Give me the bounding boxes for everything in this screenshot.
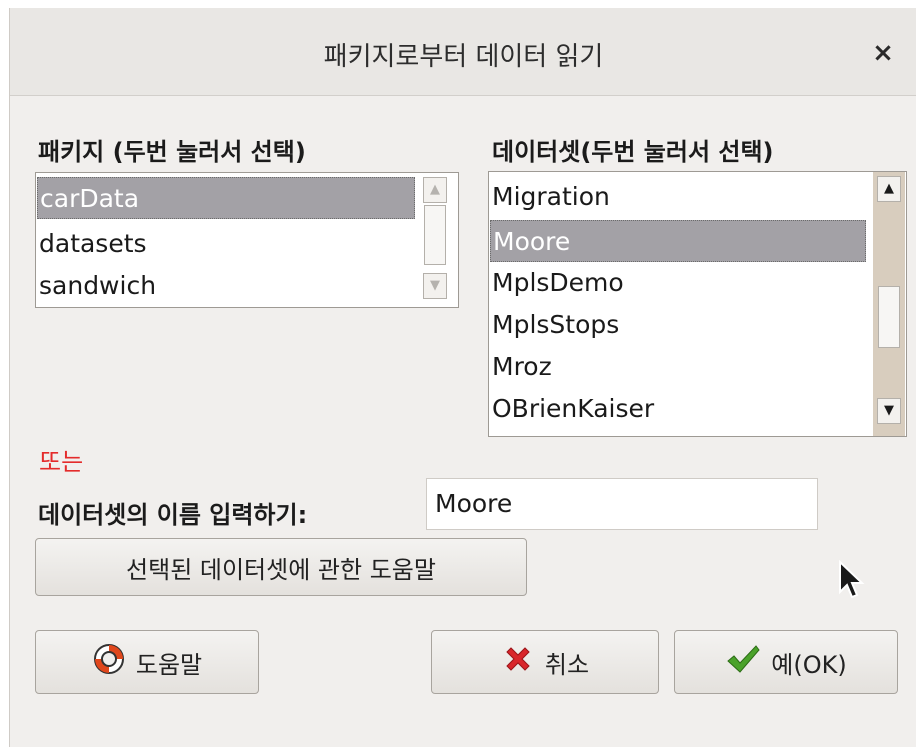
packages-label: 패키지 (두번 눌러서 선택) — [38, 138, 306, 166]
package-item-cardata[interactable]: carData — [37, 177, 415, 219]
dialog-window: 패키지로부터 데이터 읽기 × 패키지 (두번 눌러서 선택) carData … — [9, 8, 916, 747]
scroll-up-arrow-icon[interactable]: ▲ — [877, 176, 901, 202]
or-label: 또는 — [39, 448, 84, 476]
scroll-up-arrow-icon[interactable]: ▲ — [423, 177, 447, 203]
help-button-label: 도움말 — [135, 650, 203, 679]
datasets-listbox[interactable]: Migration Moore MplsDemo MplsStops Mroz … — [488, 171, 907, 437]
package-item-datasets[interactable]: datasets — [37, 223, 415, 265]
dataset-name-input[interactable]: Moore — [426, 478, 818, 530]
dataset-help-button-label: 선택된 데이터셋에 관한 도움말 — [126, 555, 436, 584]
dataset-item-obrienkaiser[interactable]: OBrienKaiser — [490, 388, 866, 430]
dataset-name-label: 데이터셋의 이름 입력하기: — [38, 501, 308, 529]
datasets-scrollbar[interactable]: ▲ ▼ — [873, 172, 905, 436]
datasets-label: 데이터셋(두번 눌러서 선택) — [492, 138, 774, 166]
green-check-icon — [725, 642, 761, 682]
window-title: 패키지로부터 데이터 읽기 — [323, 42, 604, 72]
packages-listbox[interactable]: carData datasets sandwich ▲ ▼ — [35, 172, 459, 308]
package-item-sandwich[interactable]: sandwich — [37, 265, 415, 307]
dataset-item-migration[interactable]: Migration — [490, 176, 866, 218]
red-x-icon — [501, 642, 535, 682]
scroll-down-arrow-icon[interactable]: ▼ — [423, 273, 447, 299]
dataset-item-mroz[interactable]: Mroz — [490, 346, 866, 388]
title-bar[interactable]: 패키지로부터 데이터 읽기 × — [10, 8, 916, 96]
packages-scroll-thumb[interactable] — [424, 205, 446, 265]
mouse-pointer-icon — [838, 559, 868, 606]
help-button[interactable]: 도움말 — [35, 630, 259, 694]
ok-button-label: 예(OK) — [771, 650, 847, 679]
datasets-scroll-thumb[interactable] — [878, 286, 900, 348]
close-button[interactable]: × — [868, 38, 898, 68]
dataset-help-button[interactable]: 선택된 데이터셋에 관한 도움말 — [35, 538, 527, 596]
ok-button[interactable]: 예(OK) — [674, 630, 898, 694]
packages-scrollbar[interactable]: ▲ ▼ — [419, 173, 451, 307]
lifebuoy-icon — [92, 642, 126, 682]
dataset-item-moore[interactable]: Moore — [490, 220, 866, 262]
dataset-item-mplsdemo[interactable]: MplsDemo — [490, 262, 866, 304]
cancel-button[interactable]: 취소 — [431, 630, 659, 694]
cancel-button-label: 취소 — [544, 650, 590, 679]
dataset-item-mplsstops[interactable]: MplsStops — [490, 304, 866, 346]
scroll-down-arrow-icon[interactable]: ▼ — [877, 398, 901, 424]
